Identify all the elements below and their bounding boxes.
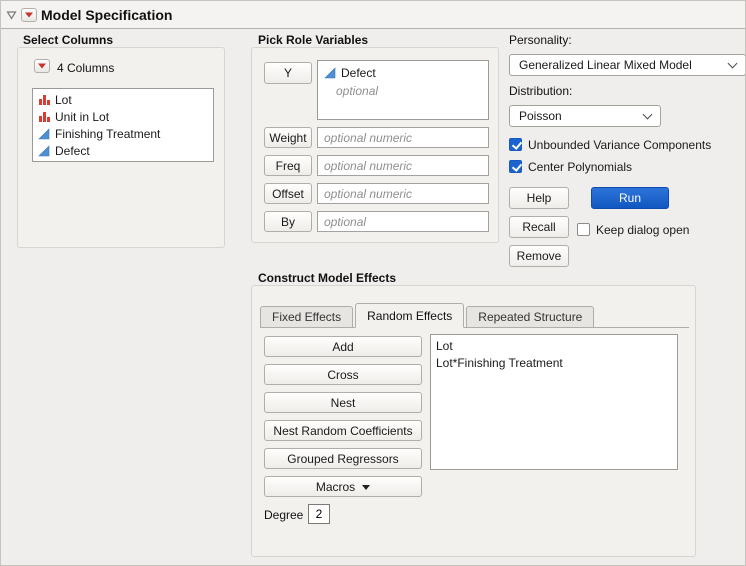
- distribution-value: Poisson: [519, 109, 562, 123]
- distribution-select[interactable]: Poisson: [509, 105, 661, 127]
- y-role-button[interactable]: Y: [264, 62, 312, 84]
- checkbox-label: Unbounded Variance Components: [528, 137, 712, 152]
- run-button[interactable]: Run: [591, 187, 669, 209]
- weight-placeholder: optional numeric: [324, 130, 413, 145]
- column-label: Unit in Lot: [55, 109, 110, 124]
- help-button[interactable]: Help: [509, 187, 569, 209]
- column-label: Finishing Treatment: [55, 126, 161, 141]
- column-item[interactable]: Unit in Lot: [33, 108, 213, 125]
- effect-item[interactable]: Lot: [431, 337, 677, 354]
- personality-select[interactable]: Generalized Linear Mixed Model: [509, 54, 745, 76]
- effects-tabbar: Fixed Effects Random Effects Repeated St…: [260, 302, 689, 328]
- model-effects-panel: Fixed Effects Random Effects Repeated St…: [251, 285, 696, 557]
- macros-button[interactable]: Macros: [264, 476, 422, 497]
- model-specification-window: Model Specification Select Columns 4 Col…: [0, 0, 746, 566]
- remove-button[interactable]: Remove: [509, 245, 569, 267]
- freq-placeholder: optional numeric: [324, 158, 413, 173]
- personality-label: Personality:: [509, 33, 572, 47]
- by-role-button[interactable]: By: [264, 211, 312, 232]
- effect-label: Lot*Finishing Treatment: [436, 355, 563, 370]
- column-item[interactable]: Lot: [33, 91, 213, 108]
- columns-count-label: 4 Columns: [57, 61, 115, 75]
- center-polynomials-checkbox-row[interactable]: Center Polynomials: [509, 159, 632, 174]
- tab-random-effects[interactable]: Random Effects: [355, 303, 465, 328]
- tab-repeated-structure[interactable]: Repeated Structure: [466, 306, 595, 327]
- y-drop-zone[interactable]: Defect optional: [317, 60, 489, 120]
- offset-placeholder: optional numeric: [324, 186, 413, 201]
- nest-random-coefficients-button[interactable]: Nest Random Coefficients: [264, 420, 422, 441]
- degree-input[interactable]: [308, 504, 330, 524]
- dropdown-caret-icon: [362, 485, 371, 490]
- model-effects-label: Construct Model Effects: [258, 271, 397, 285]
- columns-menu-icon[interactable]: [34, 59, 50, 73]
- weight-role-button[interactable]: Weight: [264, 127, 312, 148]
- column-item[interactable]: Defect: [33, 142, 213, 159]
- continuous-icon: [38, 127, 50, 139]
- nominal-icon: [39, 94, 50, 105]
- red-triangle-menu-icon[interactable]: [21, 8, 37, 22]
- y-variable-row[interactable]: Defect: [324, 65, 482, 81]
- collapse-triangle-icon[interactable]: [6, 10, 17, 20]
- checkbox-icon[interactable]: [509, 138, 522, 151]
- y-variable-label: Defect: [341, 66, 376, 80]
- freq-drop-zone[interactable]: optional numeric: [317, 155, 489, 176]
- add-button[interactable]: Add: [264, 336, 422, 357]
- chevron-down-icon: [642, 109, 653, 119]
- grouped-regressors-button[interactable]: Grouped Regressors: [264, 448, 422, 469]
- personality-value: Generalized Linear Mixed Model: [519, 58, 692, 72]
- by-placeholder: optional: [324, 214, 367, 229]
- tab-fixed-effects[interactable]: Fixed Effects: [260, 306, 354, 327]
- cross-button[interactable]: Cross: [264, 364, 422, 385]
- checkbox-icon[interactable]: [509, 160, 522, 173]
- effects-list[interactable]: Lot Lot*Finishing Treatment: [430, 334, 678, 470]
- continuous-icon: [324, 67, 336, 79]
- checkbox-label: Keep dialog open: [596, 222, 690, 237]
- distribution-label: Distribution:: [509, 84, 573, 98]
- red-triangle-glyph: [38, 63, 46, 69]
- red-triangle-glyph: [25, 12, 33, 18]
- recall-button[interactable]: Recall: [509, 216, 569, 238]
- checkbox-icon[interactable]: [577, 223, 590, 236]
- pick-roles-label: Pick Role Variables: [258, 33, 369, 47]
- keep-dialog-checkbox-row[interactable]: Keep dialog open: [577, 222, 689, 237]
- checkbox-label: Center Polynomials: [528, 159, 633, 174]
- header: Model Specification: [1, 1, 745, 29]
- pick-roles-panel: Y Defect optional Weight optional numeri…: [251, 47, 499, 243]
- effect-label: Lot: [436, 338, 453, 353]
- continuous-icon: [38, 144, 50, 156]
- column-label: Lot: [55, 92, 72, 107]
- chevron-down-icon: [727, 58, 738, 68]
- nominal-icon: [39, 111, 50, 122]
- degree-label: Degree: [264, 508, 304, 522]
- column-label: Defect: [55, 143, 90, 158]
- offset-drop-zone[interactable]: optional numeric: [317, 183, 489, 204]
- weight-drop-zone[interactable]: optional numeric: [317, 127, 489, 148]
- macros-label: Macros: [315, 479, 356, 494]
- freq-role-button[interactable]: Freq: [264, 155, 312, 176]
- y-optional-placeholder: optional: [336, 84, 379, 98]
- offset-role-button[interactable]: Offset: [264, 183, 312, 204]
- columns-list[interactable]: Lot Unit in Lot Finishing Treatment Defe…: [32, 88, 214, 162]
- unbounded-variance-checkbox-row[interactable]: Unbounded Variance Components: [509, 137, 711, 152]
- by-drop-zone[interactable]: optional: [317, 211, 489, 232]
- nest-button[interactable]: Nest: [264, 392, 422, 413]
- column-item[interactable]: Finishing Treatment: [33, 125, 213, 142]
- effect-item[interactable]: Lot*Finishing Treatment: [431, 354, 677, 371]
- page-title: Model Specification: [41, 7, 173, 23]
- select-columns-label: Select Columns: [23, 33, 114, 47]
- select-columns-panel: 4 Columns Lot Unit in Lot Finishing Trea…: [17, 47, 225, 248]
